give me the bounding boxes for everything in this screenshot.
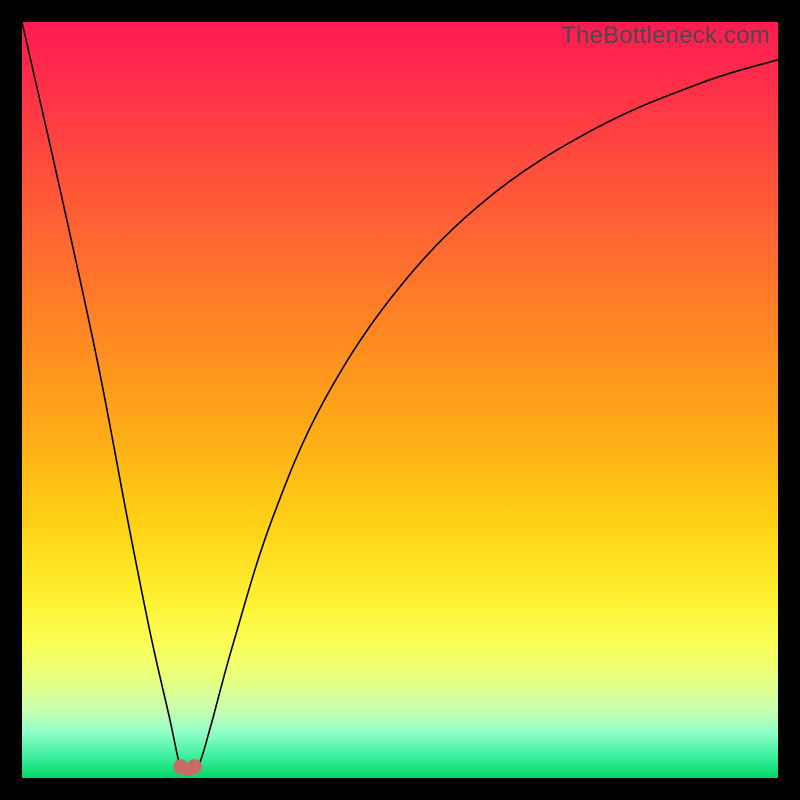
plot-area: TheBottleneck.com — [22, 22, 778, 778]
bottleneck-curve — [22, 22, 778, 771]
min-highlight — [173, 759, 202, 774]
curve-svg — [22, 22, 778, 778]
watermark-text: TheBottleneck.com — [561, 22, 770, 50]
highlight-point — [187, 759, 202, 774]
highlight-point — [173, 759, 188, 774]
outer-frame: TheBottleneck.com — [0, 0, 800, 800]
